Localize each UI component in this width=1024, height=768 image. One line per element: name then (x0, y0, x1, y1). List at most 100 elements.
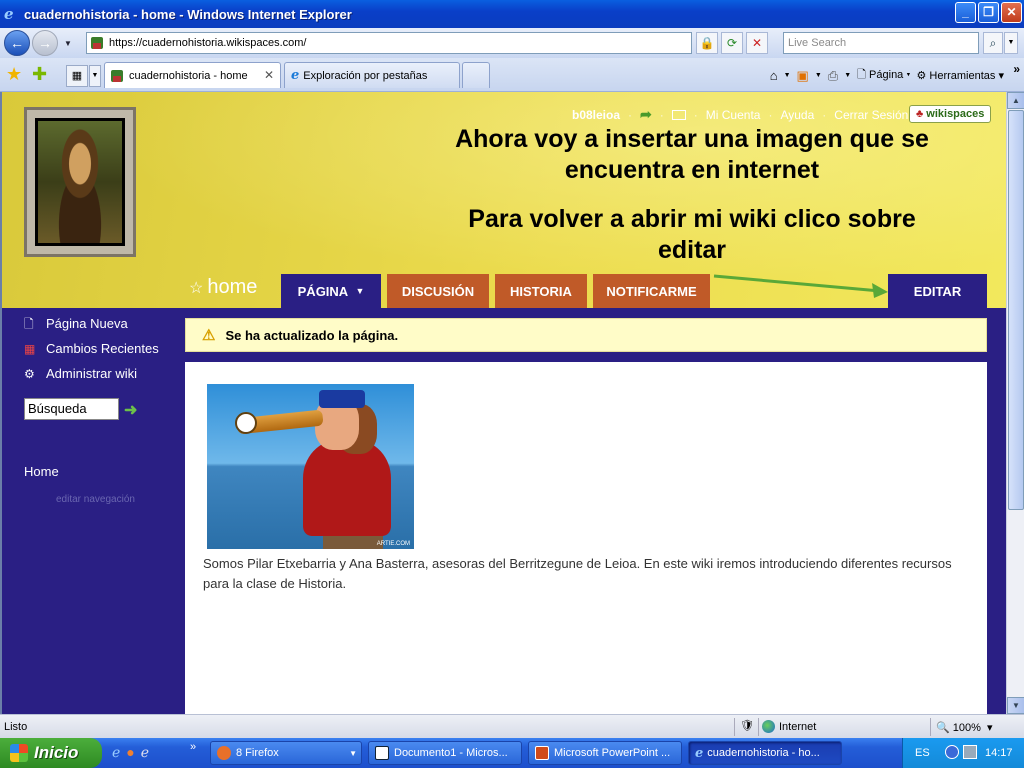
cerrar-sesion-link[interactable]: Cerrar Sesión (834, 108, 908, 122)
scroll-up-icon[interactable]: ▲ (1007, 92, 1024, 109)
protected-mode-icon[interactable]: 🛡 (740, 719, 754, 732)
tools-menu[interactable]: ⚙ Herramientas ▾ (916, 69, 1004, 82)
start-button[interactable]: Inicio (0, 738, 102, 768)
history-dropdown-icon[interactable]: ▼ (64, 39, 72, 48)
warning-icon: ⚠ (202, 327, 216, 344)
ie-icon: e (291, 68, 300, 83)
vertical-scrollbar[interactable]: ▲ ▼ (1006, 92, 1024, 714)
page-name: home (207, 276, 258, 298)
gear-icon: ⚙ (24, 366, 35, 381)
quicklaunch-overflow-icon[interactable]: » (190, 741, 196, 753)
gear-icon: ⚙ (916, 70, 927, 82)
sidebar-item-cambios[interactable]: ▦ Cambios Recientes (24, 341, 159, 356)
tab-discusion[interactable]: DISCUSIÓN (387, 274, 489, 308)
wikispaces-badge[interactable]: ♣ wikispaces (909, 105, 992, 123)
search-icon[interactable]: ⌕ (983, 32, 1003, 54)
favorites-star-icon[interactable]: ★ (6, 64, 22, 85)
refresh-icon[interactable]: ⟳ (721, 32, 743, 54)
star-icon[interactable]: ☆ (189, 280, 203, 297)
ayuda-link[interactable]: Ayuda (780, 108, 814, 122)
ie-icon: e (4, 5, 14, 23)
add-favorite-icon[interactable]: ✚ (32, 64, 47, 85)
mi-cuenta-link[interactable]: Mi Cuenta (706, 108, 761, 122)
tray-arrow-icon[interactable] (945, 745, 959, 759)
network-icon[interactable] (963, 745, 977, 759)
search-options-icon[interactable]: ▼ (1004, 32, 1018, 54)
tab-label: cuadernohistoria - home (129, 69, 248, 82)
ie-quicklaunch-icon[interactable]: ℯ (112, 744, 120, 761)
security-zone[interactable]: Internet (762, 720, 816, 733)
new-tab-button[interactable] (462, 62, 490, 88)
tab-exploracion[interactable]: e Exploración por pestañas (284, 62, 460, 88)
ie-quicklaunch-icon[interactable]: ℯ (141, 744, 149, 761)
scroll-down-icon[interactable]: ▼ (1007, 697, 1024, 714)
image-credit: ARTIE.COM (376, 541, 410, 547)
task-ie[interactable]: e cuadernohistoria - ho... (688, 741, 842, 765)
scroll-thumb[interactable] (1008, 110, 1024, 510)
task-label: 8 Firefox (236, 747, 279, 759)
back-button[interactable]: ← (4, 30, 30, 56)
username-link[interactable]: b08leioa (572, 108, 620, 122)
sidebar-item-nueva[interactable]: 🗋 Página Nueva (24, 316, 128, 331)
mail-icon[interactable] (671, 109, 686, 120)
close-tab-icon[interactable]: ✕ (264, 68, 274, 82)
zoom-control[interactable]: 🔍 100% ▾ (936, 721, 993, 734)
tab-historia[interactable]: HISTORIA (495, 274, 587, 308)
calendar-icon: ▦ (24, 341, 36, 356)
page-menu[interactable]: 🗋 Página ▾ (857, 66, 910, 85)
annotation-text-2: Para volver a abrir mi wiki clico sobre … (468, 205, 916, 264)
tools-menu-label: Herramientas (929, 70, 996, 82)
start-label: Inicio (34, 743, 79, 762)
chevron-down-icon: ▼ (349, 748, 357, 758)
print-icon[interactable]: ⎙ (828, 68, 838, 84)
clock[interactable]: 14:17 (985, 747, 1013, 759)
globe-icon (762, 720, 775, 733)
notice-text: Se ha actualizado la página. (225, 327, 399, 343)
url-text: https://cuadernohistoria.wikispaces.com/ (109, 37, 307, 49)
tab-list-dropdown-icon[interactable]: ▼ (89, 65, 101, 87)
tab-label: Exploración por pestañas (303, 69, 428, 82)
stop-icon[interactable]: ✕ (746, 32, 768, 54)
toolbar-overflow-icon[interactable]: » (1013, 62, 1020, 76)
edit-button[interactable]: EDITAR (888, 274, 987, 308)
powerpoint-icon (535, 746, 549, 760)
task-word[interactable]: Documento1 - Micros... (368, 741, 522, 765)
maximize-button[interactable]: ❐ (978, 2, 999, 23)
home-icon[interactable]: ⌂ (770, 68, 778, 83)
task-label: Microsoft PowerPoint ... (554, 747, 671, 759)
sidebar-item-administrar[interactable]: ⚙ Administrar wiki (24, 366, 137, 381)
rss-feed-icon[interactable]: ▣ (797, 68, 809, 84)
edit-navigation-link[interactable]: editar navegación (56, 494, 135, 505)
search-go-arrow-icon[interactable]: ➜ (124, 400, 137, 420)
minimize-button[interactable]: _ (955, 2, 976, 23)
zoom-label: 100% (952, 722, 981, 734)
url-input[interactable]: https://cuadernohistoria.wikispaces.com/ (86, 32, 692, 54)
plant-icon: ♣ (916, 108, 924, 120)
quick-launch: ℯ ● ℯ (112, 744, 149, 761)
user-links: b08leioa · ➦ · · Mi Cuenta · Ayuda · Cer… (572, 106, 909, 123)
firefox-quicklaunch-icon[interactable]: ● (126, 744, 134, 761)
chevron-down-icon: ▼ (355, 286, 365, 296)
close-button[interactable]: ✕ (1001, 2, 1022, 23)
wiki-logo[interactable] (24, 107, 136, 257)
tab-pagina[interactable]: PÁGINA ▼ (281, 274, 381, 308)
language-indicator[interactable]: ES (915, 747, 930, 759)
tab-label: HISTORIA (510, 283, 572, 299)
page-menu-label: Página (869, 69, 904, 81)
lock-icon[interactable]: 🔒 (696, 32, 718, 54)
share-arrow-icon[interactable]: ➦ (640, 106, 652, 123)
task-powerpoint[interactable]: Microsoft PowerPoint ... (528, 741, 682, 765)
wiki-search-input[interactable]: Búsqueda (24, 398, 119, 420)
update-notice: ⚠ Se ha actualizado la página. (185, 318, 987, 352)
sidebar-home-link[interactable]: Home (24, 464, 59, 479)
quick-tabs-icon[interactable]: ▦ (66, 65, 88, 87)
search-input[interactable]: Live Search (783, 32, 979, 54)
windows-flag-icon (10, 744, 28, 762)
task-firefox[interactable]: 8 Firefox ▼ (210, 741, 362, 765)
task-label: cuadernohistoria - ho... (707, 747, 820, 759)
forward-button[interactable]: → (32, 30, 58, 56)
wikispaces-label: wikispaces (926, 108, 985, 120)
tab-notificarme[interactable]: NOTIFICARME (593, 274, 710, 308)
tab-cuadernohistoria[interactable]: cuadernohistoria - home ✕ (104, 62, 281, 88)
sidebar-item-label: Página Nueva (46, 316, 128, 331)
